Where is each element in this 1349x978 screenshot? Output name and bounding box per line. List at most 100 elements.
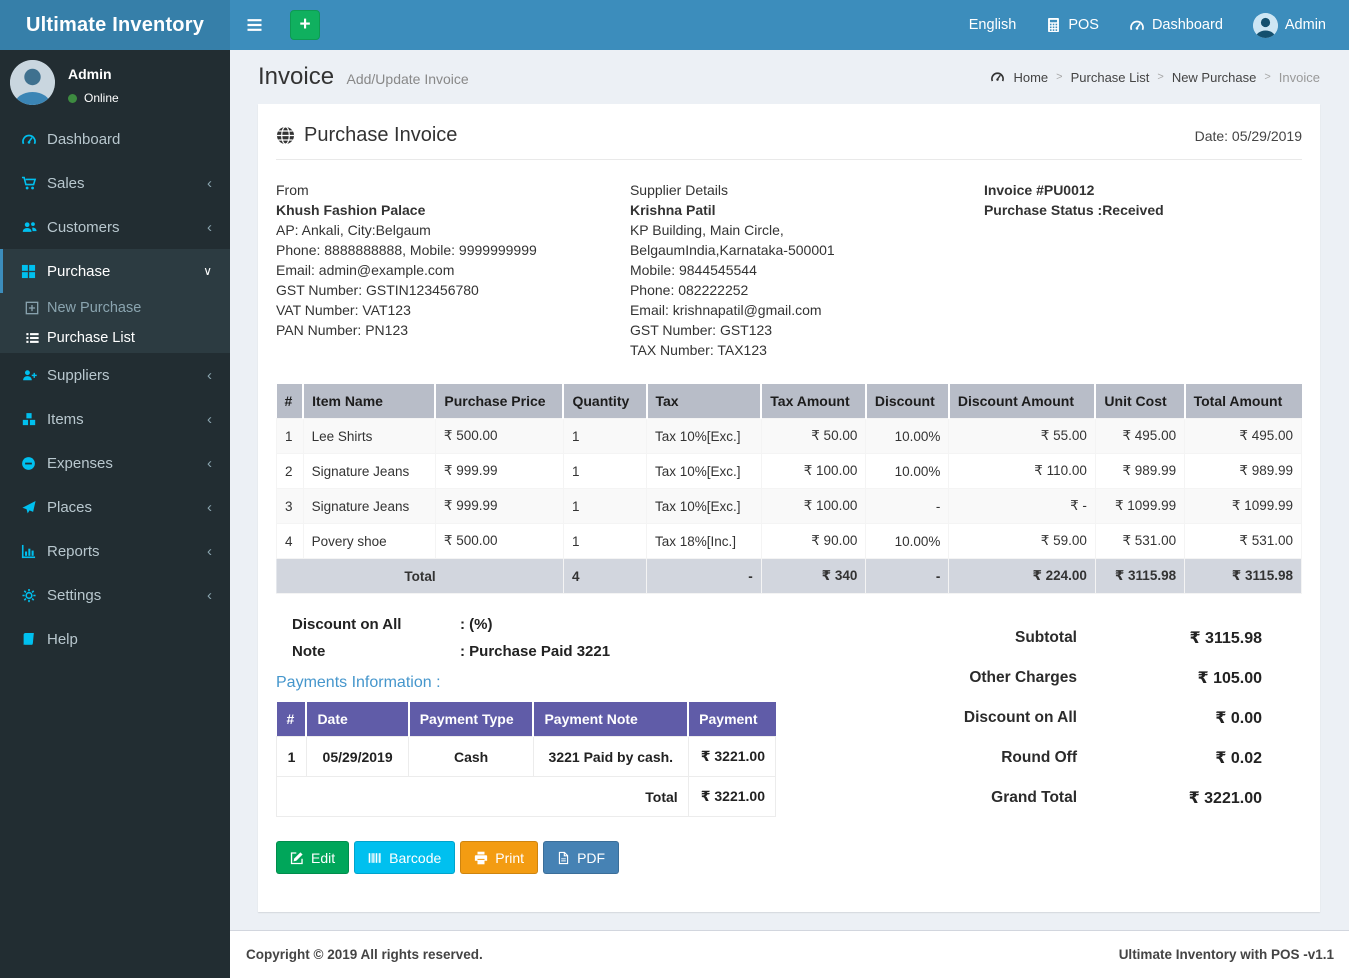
barcode-button[interactable]: Barcode: [354, 841, 456, 874]
cubes-icon: [21, 412, 47, 427]
chevron-left-icon: ‹: [207, 366, 212, 384]
sidebar-item-places[interactable]: Places ‹: [0, 485, 230, 529]
invoice-number: Invoice #PU0012: [983, 182, 1095, 198]
table-cell: ₹ 100.00: [760, 488, 867, 524]
breadcrumb-current: Invoice: [1278, 69, 1320, 85]
chevron-left-icon: ‹: [207, 542, 212, 560]
table-cell: ₹ 1099.99: [1184, 488, 1302, 524]
minus-circle-icon: [21, 456, 47, 471]
table-cell: 1: [562, 418, 648, 454]
sidebar-toggle-button[interactable]: [230, 0, 279, 50]
table-cell: ₹ 495.00: [1184, 418, 1302, 454]
language-menu[interactable]: English: [954, 0, 1032, 50]
table-row: 4 Povery shoe ₹ 500.00 1 Tax 18%[Inc.] ₹ 90.0…: [276, 523, 1302, 559]
discount-on-all-row: Discount on All : (%): [276, 616, 776, 633]
payments-section-title: Payments Information :: [276, 674, 441, 691]
sidebar-item-items[interactable]: Items ‹: [0, 397, 230, 441]
dashboard-link[interactable]: Dashboard: [1114, 0, 1238, 50]
pdf-button[interactable]: PDF: [543, 841, 620, 874]
table-cell: ₹ 531.00: [1094, 523, 1186, 559]
app-root: Ultimate Inventory + English POS Dashboa…: [0, 0, 1349, 978]
table-cell: ₹ 3221.00: [687, 736, 777, 777]
invoice-parties: From Khush Fashion Palace AP: Ankali, Ci…: [276, 180, 1302, 360]
sidebar-item-settings[interactable]: Settings ‹: [0, 573, 230, 617]
edit-button[interactable]: Edit: [276, 841, 350, 874]
pos-link[interactable]: POS: [1031, 0, 1114, 50]
pencil-square-icon: [290, 851, 304, 865]
supplier-name: Krishna Patil: [629, 202, 716, 218]
globe-icon: [276, 126, 295, 145]
pos-label: POS: [1068, 17, 1099, 33]
sidebar-item-purchase[interactable]: Purchase ∨: [0, 249, 230, 293]
user-label: Admin: [1284, 17, 1326, 33]
table-cell: ₹ 100.00: [760, 453, 867, 489]
table-cell: Tax 18%[Inc.]: [646, 523, 762, 559]
online-status-label: Online: [84, 91, 119, 105]
sidebar-item-reports[interactable]: Reports ‹: [0, 529, 230, 573]
plus-icon: +: [299, 14, 311, 35]
from-label: From: [276, 182, 309, 198]
card-title: Purchase Invoice: [276, 124, 457, 147]
brand-logo[interactable]: Ultimate Inventory: [0, 0, 230, 50]
payments-table-header-row: # Date Payment Type Payment Note Payment: [276, 702, 776, 737]
table-cell: Tax 10%[Exc.]: [646, 418, 762, 454]
sidebar-item-sales[interactable]: Sales ‹: [0, 161, 230, 205]
table-cell: Lee Shirts: [302, 418, 436, 454]
table-cell: 10.00%: [865, 453, 950, 489]
note-label: Note: [292, 643, 326, 660]
table-cell: ₹ -: [948, 488, 1096, 524]
sidebar-item-dashboard[interactable]: Dashboard: [0, 117, 230, 161]
breadcrumb-home[interactable]: Home: [1013, 70, 1048, 85]
breadcrumb: Home > Purchase List > New Purchase > In…: [990, 70, 1320, 85]
online-status-dot: [68, 93, 77, 103]
table-cell: ₹ 50.00: [760, 418, 867, 454]
table-cell: Cash: [408, 736, 534, 777]
page-subtitle: Add/Update Invoice: [346, 71, 469, 87]
table-cell: 10.00%: [865, 418, 950, 454]
discount-on-all-value: : (%): [460, 616, 493, 633]
table-cell: 3: [276, 488, 304, 524]
language-label: English: [968, 17, 1017, 33]
sidebar-item-purchase-list[interactable]: Purchase List: [0, 323, 230, 353]
table-cell: ₹ 999.99: [434, 453, 564, 489]
sidebar-item-help[interactable]: Help: [0, 617, 230, 661]
gear-icon: [21, 588, 47, 603]
table-cell: 1: [562, 488, 648, 524]
table-cell: ₹ 999.99: [434, 488, 564, 524]
table-cell: 1: [276, 736, 307, 777]
chevron-left-icon: ‹: [207, 174, 212, 192]
table-cell: 1: [276, 418, 304, 454]
from-name: Khush Fashion Palace: [276, 202, 426, 218]
book-icon: [21, 632, 47, 647]
sidebar-item-customers[interactable]: Customers ‹: [0, 205, 230, 249]
invoice-date: Date: 05/29/2019: [1194, 127, 1302, 144]
quick-add-button[interactable]: +: [290, 10, 320, 40]
page-title: Invoice: [258, 63, 335, 90]
user-avatar-small: [1252, 12, 1278, 38]
footer-copyright: Copyright © 2019 All rights reserved.: [246, 947, 483, 962]
summary-row-subtotal: Subtotal ₹ 3115.98: [1015, 629, 1262, 647]
sidebar-item-expenses[interactable]: Expenses ‹: [0, 441, 230, 485]
table-cell: ₹ 989.99: [1184, 453, 1302, 489]
sidebar-item-suppliers[interactable]: Suppliers ‹: [0, 353, 230, 397]
summary-row-discount-on-all: Discount on All ₹ 0.00: [963, 709, 1262, 727]
table-cell: ₹ 500.00: [434, 523, 564, 559]
list-icon: [25, 331, 47, 345]
table-cell: 2: [276, 453, 304, 489]
user-avatar: [10, 60, 55, 105]
note-row: Note : Purchase Paid 3221: [276, 643, 776, 660]
navbar-right: English POS Dashboard Admin: [954, 0, 1349, 50]
table-cell: ₹ 989.99: [1094, 453, 1186, 489]
payments-total-value: ₹ 3221.00: [687, 776, 777, 817]
chevron-left-icon: ‹: [207, 586, 212, 604]
supplier-details: Supplier Details Krishna Patil KP Buildi…: [630, 180, 984, 360]
print-button[interactable]: Print: [460, 841, 539, 874]
breadcrumb-new-purchase[interactable]: New Purchase: [1172, 70, 1257, 85]
breadcrumb-purchase-list[interactable]: Purchase List: [1071, 70, 1150, 85]
summary-row-round-off: Round Off ₹ 0.02: [1001, 749, 1262, 767]
sidebar-item-new-purchase[interactable]: New Purchase: [0, 293, 230, 323]
user-menu[interactable]: Admin: [1238, 0, 1341, 50]
table-cell: Povery shoe: [302, 523, 436, 559]
calculator-icon: [1046, 17, 1061, 33]
supplier-label: Supplier Details: [629, 182, 729, 198]
